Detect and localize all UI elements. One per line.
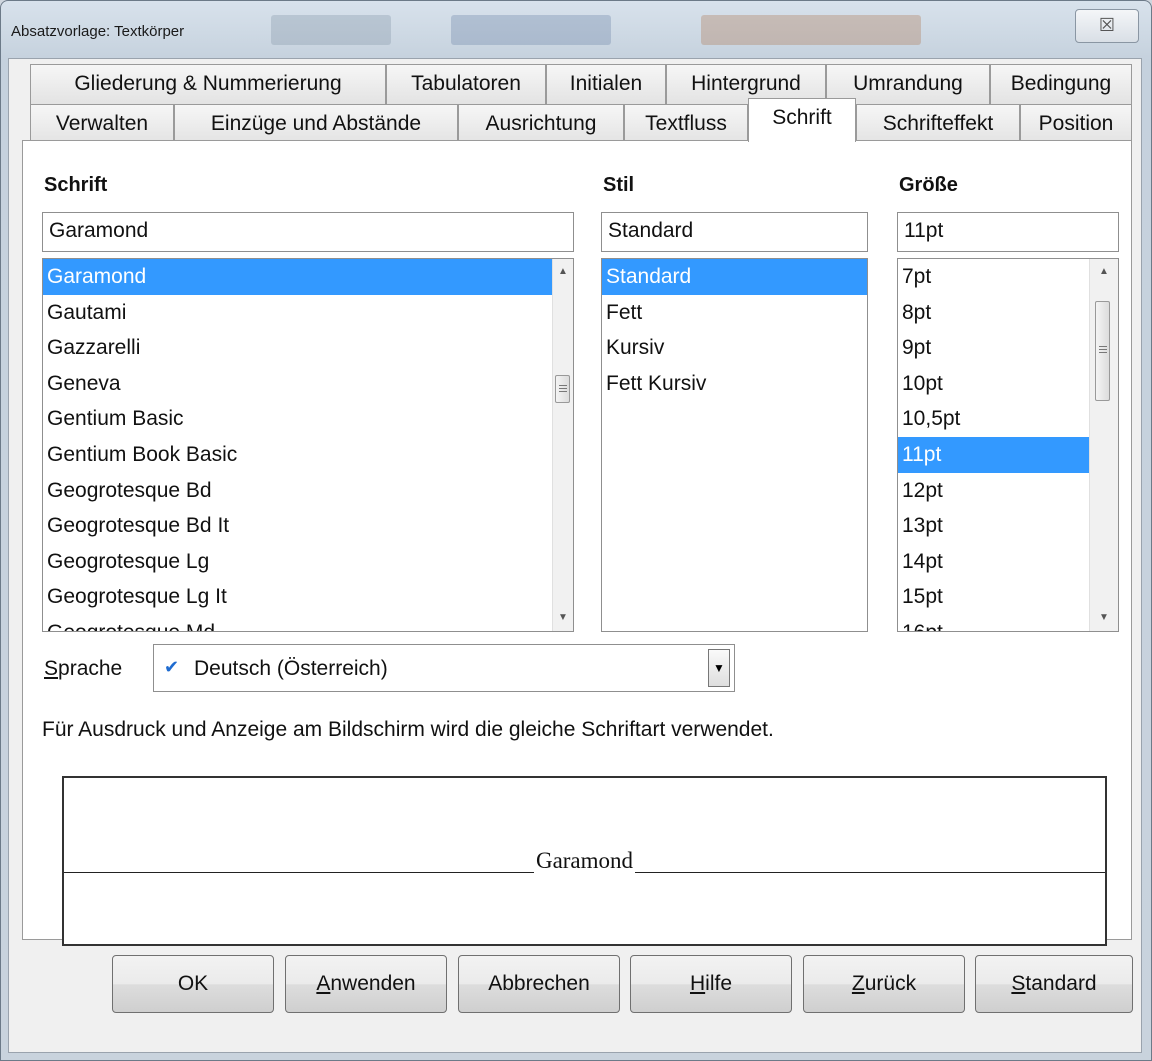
language-select[interactable]: ✔ Deutsch (Österreich) ▼ (153, 644, 735, 692)
back-accel: Z (851, 972, 865, 995)
preview-text: Garamond (64, 848, 1105, 874)
size-list-item[interactable]: 7pt (898, 259, 1089, 295)
tab-bedingung[interactable]: Bedingung (990, 64, 1132, 104)
close-icon[interactable]: ☒ (1075, 9, 1139, 43)
font-list-item[interactable]: Geogrotesque Lg (43, 544, 552, 580)
style-list-item[interactable]: Fett (602, 295, 867, 331)
size-list-scrollbar[interactable]: ▲ ▼ (1089, 259, 1118, 631)
ok-button[interactable]: OK (112, 955, 274, 1013)
font-style-list[interactable]: Standard Fett Kursiv Fett Kursiv (601, 258, 868, 632)
language-label-text: prache (58, 657, 123, 680)
spellcheck-icon: ✔ (164, 657, 180, 677)
size-list-item[interactable]: 8pt (898, 295, 1089, 331)
font-preview: Garamond (62, 776, 1107, 946)
font-header: Schrift (44, 174, 108, 196)
tab-textfluss[interactable]: Textfluss (624, 104, 748, 144)
scroll-down-icon[interactable]: ▼ (1090, 609, 1118, 627)
font-list-scrollbar[interactable]: ▲ ▼ (552, 259, 573, 631)
tab-verwalten[interactable]: Verwalten (30, 104, 174, 144)
size-list-item[interactable]: 11pt (898, 436, 1089, 473)
font-size-input[interactable]: 11pt (897, 212, 1119, 252)
font-name-input[interactable]: Garamond (42, 212, 574, 252)
default-text: tandard (1025, 972, 1097, 995)
style-list-item[interactable]: Fett Kursiv (602, 366, 867, 402)
size-list-item[interactable]: 16pt (898, 615, 1089, 631)
tab-einzuege-abstaende[interactable]: Einzüge und Abstände (174, 104, 458, 144)
font-list-item[interactable]: Gazzarelli (43, 330, 552, 366)
default-accel: S (1011, 972, 1026, 995)
language-label-accel: S (44, 657, 59, 680)
font-name-list[interactable]: Garamond Gautami Gazzarelli Geneva Gentium B… (42, 258, 574, 632)
apply-text: nwenden (330, 972, 416, 995)
help-accel: H (689, 972, 706, 995)
info-text: Für Ausdruck und Anzeige am Bildschirm w… (42, 718, 774, 741)
style-list-item[interactable]: Standard (602, 259, 867, 295)
back-button[interactable]: Zurück (803, 955, 965, 1013)
tab-position[interactable]: Position (1020, 104, 1132, 144)
font-list-item[interactable]: Geogrotesque Bd It (43, 508, 552, 544)
scroll-up-icon[interactable]: ▲ (1090, 263, 1118, 281)
tab-schrifteffekt[interactable]: Schrifteffekt (856, 104, 1020, 144)
toolbar-shadow (701, 15, 921, 45)
font-size-list[interactable]: 7pt8pt9pt10pt10,5pt11pt12pt13pt14pt15pt1… (897, 258, 1119, 632)
size-list-item[interactable]: 10,5pt (898, 401, 1089, 437)
scroll-thumb[interactable] (1095, 301, 1110, 401)
size-list-item[interactable]: 12pt (898, 473, 1089, 509)
tab-tabulatoren[interactable]: Tabulatoren (386, 64, 546, 104)
font-list-item[interactable]: Garamond (43, 259, 552, 295)
size-list-item[interactable]: 13pt (898, 508, 1089, 544)
title-bar[interactable]: Absatzvorlage: Textkörper ☒ (1, 1, 1151, 59)
language-value: Deutsch (Österreich) (194, 657, 388, 680)
default-button[interactable]: Standard (975, 955, 1133, 1013)
font-list-item[interactable]: Gautami (43, 295, 552, 331)
preview-sample: Garamond (533, 848, 636, 873)
apply-accel: A (316, 972, 331, 995)
font-style-input[interactable]: Standard (601, 212, 868, 252)
tab-gliederung[interactable]: Gliederung & Nummerierung (30, 64, 386, 104)
font-list-item[interactable]: Geogrotesque Md (43, 615, 552, 631)
help-button[interactable]: Hilfe (630, 955, 792, 1013)
font-list-item[interactable]: Geneva (43, 366, 552, 402)
font-list-item[interactable]: Geogrotesque Lg It (43, 579, 552, 615)
style-list-item[interactable]: Kursiv (602, 330, 867, 366)
toolbar-shadow (451, 15, 611, 45)
size-list-item[interactable]: 9pt (898, 330, 1089, 366)
apply-button[interactable]: Anwenden (285, 955, 447, 1013)
size-list-item[interactable]: 10pt (898, 366, 1089, 402)
tab-schrift[interactable]: Schrift (748, 98, 856, 142)
cancel-button[interactable]: Abbrechen (458, 955, 620, 1013)
tab-ausrichtung[interactable]: Ausrichtung (458, 104, 624, 144)
back-text: urück (864, 972, 917, 995)
size-header: Größe (899, 174, 958, 196)
scroll-down-icon[interactable]: ▼ (553, 609, 573, 627)
scroll-up-icon[interactable]: ▲ (553, 263, 573, 281)
toolbar-shadow (271, 15, 391, 45)
tab-initialen[interactable]: Initialen (546, 64, 666, 104)
font-list-item[interactable]: Gentium Basic (43, 401, 552, 437)
size-list-item[interactable]: 14pt (898, 544, 1089, 580)
font-list-item[interactable]: Gentium Book Basic (43, 437, 552, 473)
window-title: Absatzvorlage: Textkörper (11, 23, 185, 40)
font-list-item[interactable]: Geogrotesque Bd (43, 473, 552, 509)
style-header: Stil (603, 174, 635, 196)
scroll-thumb[interactable] (555, 375, 570, 403)
language-label: Sprache (44, 657, 122, 681)
chevron-down-icon[interactable]: ▼ (708, 649, 730, 687)
size-list-item[interactable]: 15pt (898, 579, 1089, 615)
help-text: ilfe (705, 972, 733, 995)
